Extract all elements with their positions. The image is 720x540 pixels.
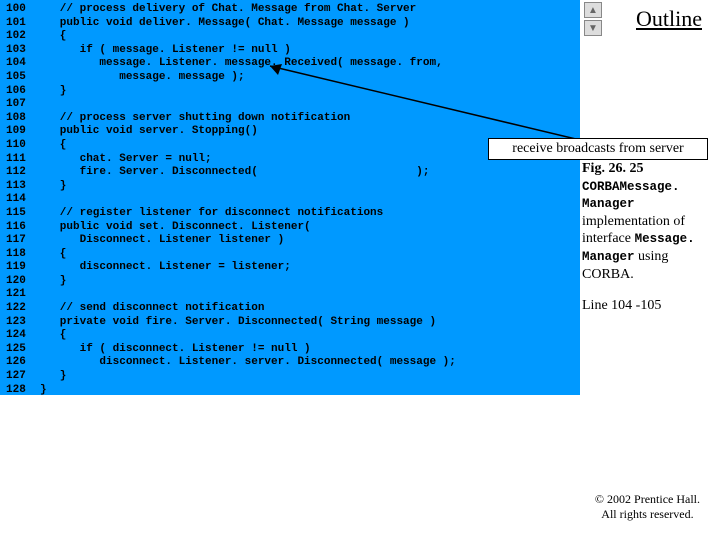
code-line: // process server shutting down notifica… <box>40 112 456 126</box>
code-line: public void server. Stopping() <box>40 125 456 139</box>
code-line <box>40 288 456 302</box>
code-line: if ( message. Listener != null ) <box>40 44 456 58</box>
line-number: 100 <box>6 3 40 17</box>
code-line: Disconnect. Listener listener ) <box>40 234 456 248</box>
line-number: 108 <box>6 112 40 126</box>
line-number: 102 <box>6 30 40 44</box>
line-number: 106 <box>6 85 40 99</box>
line-number: 113 <box>6 180 40 194</box>
outline-title: Outline <box>636 6 702 32</box>
callout-text: receive broadcasts from server <box>512 141 683 156</box>
line-number: 112 <box>6 166 40 180</box>
code-line: message. message ); <box>40 71 456 85</box>
line-number: 117 <box>6 234 40 248</box>
code-line: } <box>40 384 456 398</box>
code-line: } <box>40 85 456 99</box>
line-number: 122 <box>6 302 40 316</box>
code-line: public void deliver. Message( Chat. Mess… <box>40 17 456 31</box>
line-number: 127 <box>6 370 40 384</box>
code-line: { <box>40 30 456 44</box>
code-line: public void set. Disconnect. Listener( <box>40 221 456 235</box>
line-number: 111 <box>6 153 40 167</box>
line-number: 107 <box>6 98 40 112</box>
code-line: chat. Server = null; <box>40 153 456 167</box>
code-line: message. Listener. message. Received( me… <box>40 57 456 71</box>
figure-label: Fig. 26. 25 <box>582 160 720 178</box>
line-number: 120 <box>6 275 40 289</box>
line-number-gutter: 1001011021031041051061071081091101111121… <box>0 0 40 395</box>
line-number: 103 <box>6 44 40 58</box>
code-line: } <box>40 275 456 289</box>
code-line: { <box>40 248 456 262</box>
copyright-line2: All rights reserved. <box>601 507 693 521</box>
callout-box: receive broadcasts from server <box>488 138 708 160</box>
line-number: 110 <box>6 139 40 153</box>
code-line: } <box>40 370 456 384</box>
code-line <box>40 193 456 207</box>
line-number: 109 <box>6 125 40 139</box>
code-line: disconnect. Listener. server. Disconnect… <box>40 356 456 370</box>
line-number: 126 <box>6 356 40 370</box>
line-number: 105 <box>6 71 40 85</box>
arrow-down-button[interactable]: ▼ <box>584 20 602 36</box>
arrow-up-button[interactable]: ▲ <box>584 2 602 18</box>
code-line: // send disconnect notification <box>40 302 456 316</box>
line-number: 125 <box>6 343 40 357</box>
code-line <box>40 98 456 112</box>
class-name: CORBAMessage. Manager <box>582 180 680 212</box>
code-line: private void fire. Server. Disconnected(… <box>40 316 456 330</box>
line-reference: Line 104 -105 <box>582 297 720 315</box>
line-number: 123 <box>6 316 40 330</box>
line-number: 115 <box>6 207 40 221</box>
line-number: 124 <box>6 329 40 343</box>
code-line: { <box>40 139 456 153</box>
code-line: { <box>40 329 456 343</box>
line-number: 119 <box>6 261 40 275</box>
line-number: 128 <box>6 384 40 398</box>
code-line: // process delivery of Chat. Message fro… <box>40 3 456 17</box>
code-line: fire. Server. Disconnected( ); <box>40 166 456 180</box>
code-line: } <box>40 180 456 194</box>
line-number: 121 <box>6 288 40 302</box>
code-line: if ( disconnect. Listener != null ) <box>40 343 456 357</box>
code-body: // process delivery of Chat. Message fro… <box>40 0 456 395</box>
line-number: 101 <box>6 17 40 31</box>
copyright-line1: © 2002 Prentice Hall. <box>595 492 700 506</box>
line-number: 118 <box>6 248 40 262</box>
copyright: © 2002 Prentice Hall. All rights reserve… <box>595 492 700 522</box>
sidebar-text: Fig. 26. 25 CORBAMessage. Manager implem… <box>582 160 720 315</box>
code-panel: 1001011021031041051061071081091101111121… <box>0 0 580 395</box>
code-line: disconnect. Listener = listener; <box>40 261 456 275</box>
line-number: 114 <box>6 193 40 207</box>
line-number: 116 <box>6 221 40 235</box>
line-number: 104 <box>6 57 40 71</box>
code-line: // register listener for disconnect noti… <box>40 207 456 221</box>
